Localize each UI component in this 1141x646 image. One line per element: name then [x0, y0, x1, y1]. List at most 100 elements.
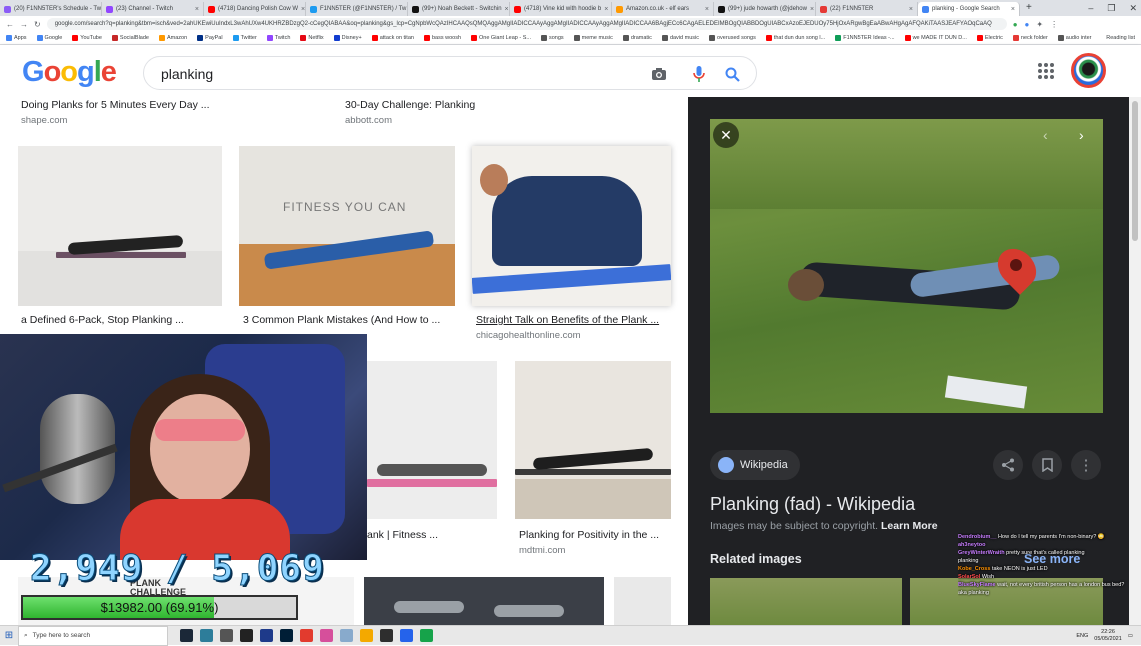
- bookmark-item[interactable]: F1NN5TER Ideas -...: [835, 35, 895, 41]
- close-icon[interactable]: ✕: [713, 122, 739, 148]
- extension-icon[interactable]: ●: [1025, 20, 1030, 29]
- browser-tab[interactable]: (4718) Vine kid with hoodie b ×: [510, 2, 612, 16]
- bookmark-item[interactable]: meme music: [573, 35, 613, 41]
- avatar[interactable]: [1071, 53, 1106, 88]
- taskbar-app-icon[interactable]: [260, 629, 273, 642]
- reload-icon[interactable]: ↻: [34, 20, 41, 29]
- browser-tab[interactable]: (23) Channel - Twitch ×: [102, 2, 204, 16]
- result-thumbnail[interactable]: [472, 146, 671, 306]
- result-thumbnail[interactable]: [614, 577, 671, 625]
- tab-close-icon[interactable]: ×: [909, 6, 913, 13]
- browser-tab[interactable]: Amazon.co.uk - elf ears ×: [612, 2, 714, 16]
- result-caption[interactable]: a Defined 6-Pack, Stop Planking ...: [21, 314, 184, 326]
- result-caption[interactable]: Doing Planks for 5 Minutes Every Day ...: [21, 99, 210, 111]
- result-source[interactable]: chicagohealthonline.com: [476, 330, 581, 341]
- bookmark-item[interactable]: songs: [540, 35, 564, 41]
- notification-icon[interactable]: ▭: [1128, 633, 1133, 639]
- more-icon[interactable]: ⋮: [1071, 450, 1101, 480]
- browser-tab[interactable]: (20) F1NN5TER's Schedule - Tw×: [0, 2, 102, 16]
- address-bar[interactable]: google.com/search?q=planking&tbm=isch&ve…: [46, 18, 1007, 30]
- windows-start-icon[interactable]: ⊞: [0, 626, 18, 646]
- close-button[interactable]: ✕: [1129, 3, 1137, 14]
- mic-icon[interactable]: [689, 64, 709, 84]
- preview-image[interactable]: [710, 119, 1103, 413]
- bookmark-item[interactable]: we MADE IT DUN D...: [904, 35, 967, 41]
- bookmark-item[interactable]: dramatic: [622, 35, 652, 41]
- taskbar-app-icon[interactable]: [340, 629, 353, 642]
- taskbar-app-icon[interactable]: [400, 629, 413, 642]
- extension-icon[interactable]: ●: [1013, 20, 1018, 29]
- result-thumbnail[interactable]: [18, 146, 222, 306]
- bookmark-item[interactable]: Google: [36, 35, 62, 41]
- taskbar-search[interactable]: ⌕ Type here to search: [18, 625, 168, 646]
- bookmark-item[interactable]: SocialBlade: [111, 35, 149, 41]
- source-badge[interactable]: Wikipedia: [710, 450, 800, 480]
- taskbar-app-icon[interactable]: [220, 629, 233, 642]
- result-thumbnail[interactable]: [367, 361, 497, 519]
- camera-icon[interactable]: [649, 64, 669, 84]
- tab-close-icon[interactable]: ×: [810, 6, 814, 13]
- result-thumbnail[interactable]: [515, 361, 671, 519]
- bookmark-item[interactable]: PayPal: [197, 35, 223, 41]
- result-caption[interactable]: 30-Day Challenge: Planking: [345, 99, 475, 111]
- browser-tab[interactable]: (4718) Dancing Polish Cow W ×: [204, 2, 306, 16]
- taskbar-app-icon[interactable]: [200, 629, 213, 642]
- next-icon[interactable]: ›: [1079, 127, 1084, 143]
- taskbar-app-icon[interactable]: [240, 629, 253, 642]
- taskbar-app-icon[interactable]: [180, 629, 193, 642]
- browser-tab[interactable]: planking - Google Search ×: [918, 2, 1020, 16]
- taskbar-app-icon[interactable]: [420, 629, 433, 642]
- bookmark-item[interactable]: Apps: [6, 35, 27, 41]
- bookmark-item[interactable]: Twitter: [232, 35, 257, 41]
- bookmark-item[interactable]: One Giant Leap - S...: [471, 35, 531, 41]
- result-caption[interactable]: Planking for Positivity in the ...: [519, 529, 659, 541]
- search-box[interactable]: planking: [143, 56, 757, 90]
- menu-icon[interactable]: ⋮: [1050, 20, 1058, 29]
- result-caption[interactable]: 3 Common Plank Mistakes (And How to ...: [243, 314, 440, 326]
- browser-tab[interactable]: (99+) jude howarth (@jdehow ×: [714, 2, 816, 16]
- tab-close-icon[interactable]: ×: [1011, 6, 1015, 13]
- learn-more-link[interactable]: Learn More: [881, 520, 938, 532]
- apps-icon[interactable]: [1038, 63, 1054, 79]
- taskbar-app-icon[interactable]: [380, 629, 393, 642]
- result-caption[interactable]: ank | Fitness ...: [367, 529, 438, 541]
- related-image[interactable]: [710, 578, 902, 625]
- bookmark-item[interactable]: attack on titan: [371, 35, 414, 41]
- bookmark-item[interactable]: Netflix: [300, 35, 324, 41]
- taskbar-app-icon[interactable]: [280, 629, 293, 642]
- result-thumbnail[interactable]: FITNESS YOU CAN: [239, 146, 455, 306]
- bookmark-item[interactable]: david music: [661, 35, 699, 41]
- bookmark-item[interactable]: audio inter: [1057, 35, 1091, 41]
- bookmark-item[interactable]: Disney+: [333, 35, 362, 41]
- back-icon[interactable]: ←: [6, 20, 14, 29]
- taskbar-app-icon[interactable]: [320, 629, 333, 642]
- search-icon[interactable]: [722, 64, 742, 84]
- google-logo[interactable]: Google: [22, 56, 117, 89]
- taskbar-app-icon[interactable]: [360, 629, 373, 642]
- reading-list[interactable]: Reading list: [1106, 35, 1141, 41]
- search-input[interactable]: planking: [161, 66, 213, 82]
- result-caption[interactable]: Straight Talk on Benefits of the Plank .…: [476, 314, 659, 326]
- tab-close-icon[interactable]: ×: [301, 6, 305, 13]
- browser-tab[interactable]: F1NN5TER (@F1NN5TER) / Tw×: [306, 2, 408, 16]
- bookmark-item[interactable]: that dun dun song l...: [765, 35, 825, 41]
- browser-tab[interactable]: (99+) Noah Beckett - Switchin ×: [408, 2, 510, 16]
- bookmark-item[interactable]: Twitch: [266, 35, 290, 41]
- tab-close-icon[interactable]: ×: [604, 6, 608, 13]
- new-tab-button[interactable]: +: [1020, 2, 1038, 16]
- browser-tab[interactable]: (22) F1NN5TER ×: [816, 2, 918, 16]
- forward-icon[interactable]: →: [20, 20, 28, 29]
- minimize-button[interactable]: –: [1088, 3, 1093, 13]
- prev-icon[interactable]: ‹: [1043, 127, 1048, 143]
- bookmark-item[interactable]: Amazon: [158, 35, 187, 41]
- result-title[interactable]: Planking (fad) - Wikipedia: [710, 494, 915, 515]
- tab-close-icon[interactable]: ×: [195, 6, 199, 13]
- clock[interactable]: 22:26 05/05/2021: [1094, 629, 1122, 643]
- taskbar-app-icon[interactable]: [300, 629, 313, 642]
- scrollbar[interactable]: [1129, 97, 1141, 625]
- puzzle-icon[interactable]: ✦: [1036, 20, 1043, 29]
- bookmark-icon[interactable]: [1032, 450, 1062, 480]
- tab-close-icon[interactable]: ×: [505, 6, 509, 13]
- maximize-button[interactable]: ❐: [1107, 3, 1115, 14]
- bookmark-item[interactable]: bass woosh: [423, 35, 461, 41]
